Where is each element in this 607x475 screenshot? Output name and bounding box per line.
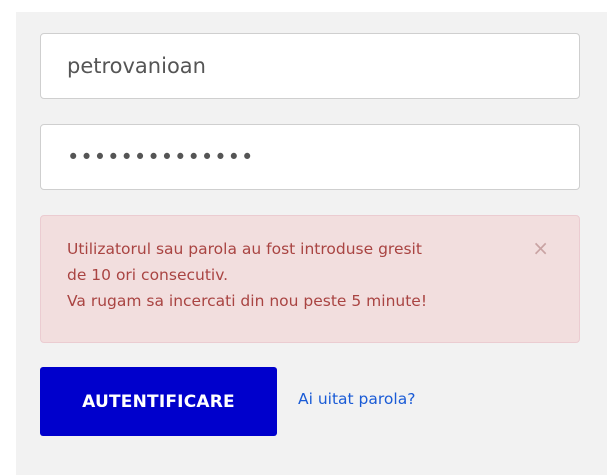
password-field[interactable] bbox=[40, 124, 580, 190]
alert-message-line-2: de 10 ori consecutiv. bbox=[67, 266, 229, 284]
username-field[interactable] bbox=[40, 33, 580, 99]
forgot-password-link[interactable]: Ai uitat parola? bbox=[298, 390, 415, 408]
password-input[interactable] bbox=[67, 145, 553, 169]
login-button[interactable]: AUTENTIFICARE bbox=[40, 367, 277, 436]
alert-message-line-1: Utilizatorul sau parola au fost introdus… bbox=[67, 240, 422, 258]
error-alert: Utilizatorul sau parola au fost introdus… bbox=[40, 215, 580, 343]
close-icon[interactable]: × bbox=[532, 238, 549, 258]
username-input[interactable] bbox=[67, 54, 553, 78]
alert-message-line-3: Va rugam sa incercati din nou peste 5 mi… bbox=[67, 292, 428, 310]
